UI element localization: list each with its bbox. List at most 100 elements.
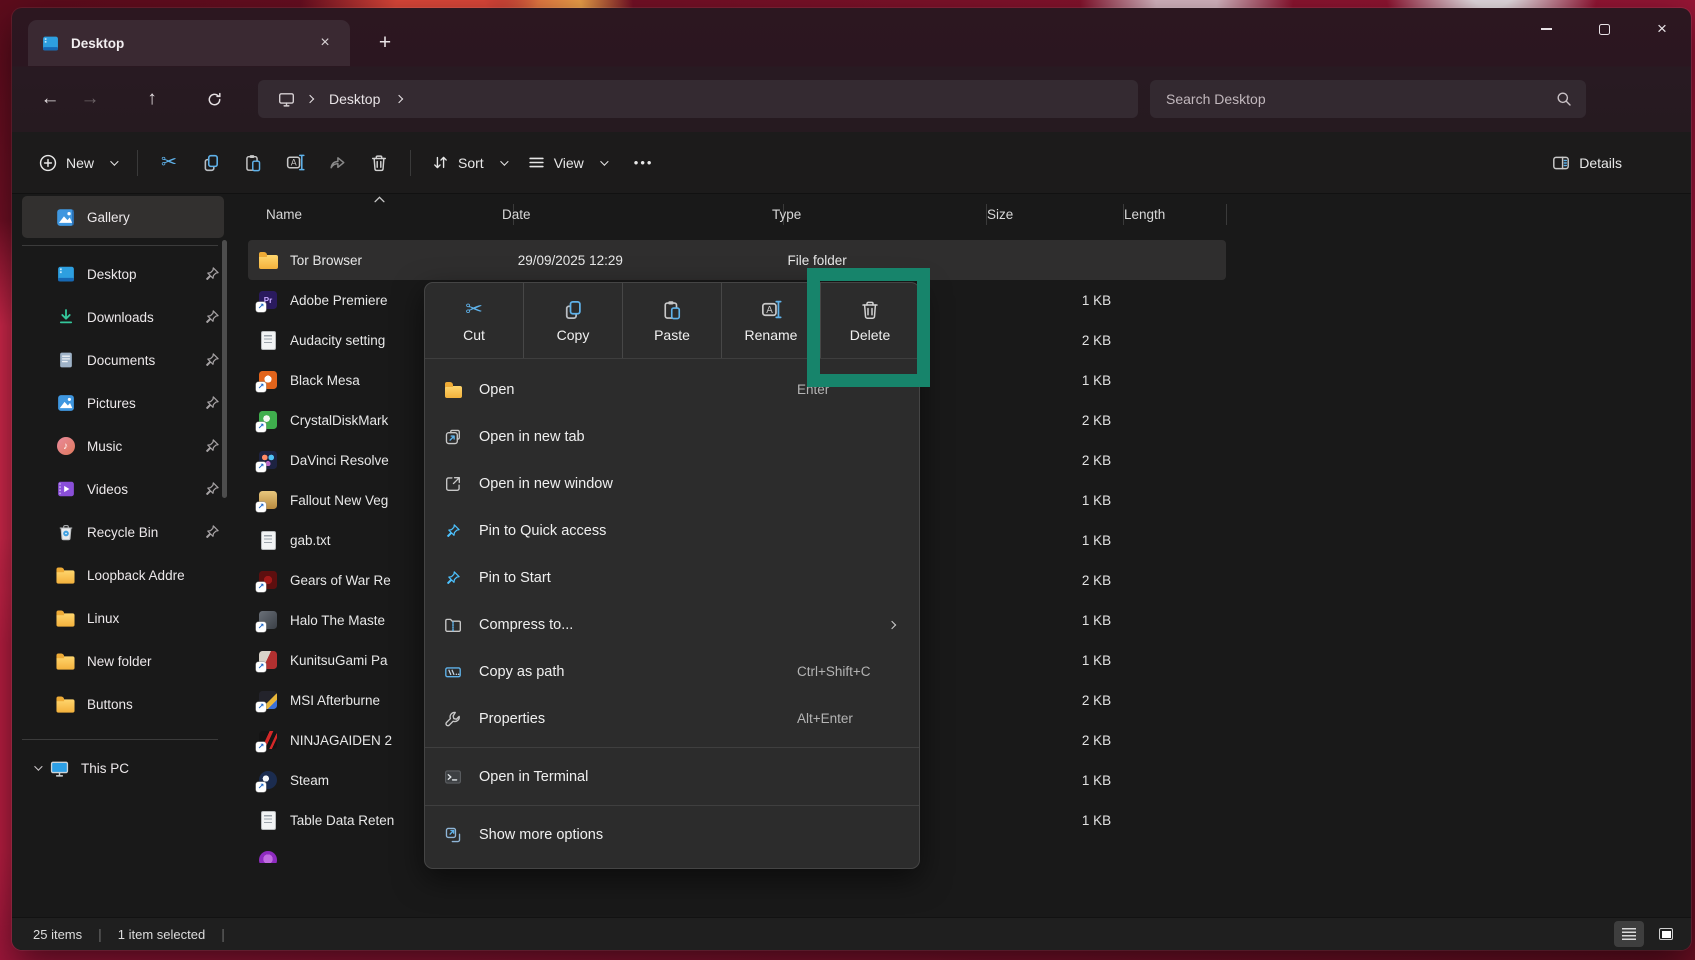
search-input[interactable] (1164, 90, 1556, 108)
menu-item-show-more-options[interactable]: Show more options (425, 811, 919, 858)
search-icon (1556, 91, 1572, 107)
rename-button[interactable]: A (274, 143, 316, 183)
recycle-bin-icon (56, 523, 75, 542)
sidebar-item-pictures[interactable]: Pictures (22, 382, 224, 424)
refresh-button[interactable] (194, 81, 234, 117)
pin-icon (204, 395, 220, 411)
details-view-button[interactable] (1614, 921, 1644, 947)
shortcut-arrow-icon: ↗ (256, 582, 266, 592)
cut-icon: ✂ (465, 299, 483, 321)
sidebar-item-this-pc[interactable]: This PC (22, 747, 224, 789)
context-button-label: Copy (557, 327, 590, 343)
menu-item-label: Copy as path (479, 664, 564, 680)
minimize-button[interactable] (1517, 8, 1575, 50)
sort-label: Sort (458, 155, 484, 171)
view-button[interactable]: View (517, 143, 617, 183)
back-button[interactable]: ← (30, 81, 70, 117)
pin-icon (443, 568, 463, 588)
file-size: 1 KB (986, 813, 1123, 828)
chevron-down-icon (34, 762, 42, 770)
chevron-down-icon (600, 157, 608, 165)
breadcrumb[interactable]: Desktop (258, 80, 1138, 118)
copy-button[interactable] (190, 143, 232, 183)
see-more-button[interactable]: ••• (623, 143, 665, 183)
titlebar: Desktop × + × (12, 8, 1691, 66)
sidebar-item-loopback-addre[interactable]: Loopback Addre (22, 554, 224, 596)
menu-item-copy-as-path[interactable]: Copy as pathCtrl+Shift+C (425, 648, 919, 695)
music-icon: ♪ (56, 437, 75, 456)
close-button[interactable]: × (1633, 8, 1691, 50)
tab-desktop[interactable]: Desktop × (28, 20, 350, 66)
desktop-folder-icon (42, 35, 59, 52)
sidebar-item-desktop[interactable]: Desktop (22, 253, 224, 295)
sidebar-item-linux[interactable]: Linux (22, 597, 224, 639)
breadcrumb-item-desktop[interactable]: Desktop (319, 91, 390, 107)
maximize-button[interactable] (1575, 8, 1633, 50)
item-count: 25 items (33, 927, 82, 942)
sidebar-item-recycle-bin[interactable]: Recycle Bin (22, 511, 224, 553)
column-header-name[interactable]: Name (266, 207, 302, 222)
context-rename-button[interactable]: ARename (721, 283, 820, 358)
menu-item-open-in-new-tab[interactable]: Open in new tab (425, 413, 919, 460)
text-doc-icon (258, 330, 278, 350)
pin-icon (204, 266, 220, 282)
terminal-icon (443, 767, 463, 787)
sidebar-item-videos[interactable]: Videos (22, 468, 224, 510)
column-header-type[interactable]: Type (772, 207, 801, 222)
sidebar-item-downloads[interactable]: Downloads (22, 296, 224, 338)
new-tab-button[interactable]: + (368, 26, 402, 60)
file-explorer-window: Desktop × + × ← → ↑ (12, 8, 1691, 950)
premiere-icon: Pr↗ (258, 290, 278, 310)
menu-item-properties[interactable]: PropertiesAlt+Enter (425, 695, 919, 742)
sidebar-item-label: Pictures (87, 396, 204, 411)
sidebar-item-gallery[interactable]: Gallery (22, 196, 224, 238)
shortcut-arrow-icon: ↗ (256, 622, 266, 632)
thumbnail-view-button[interactable] (1651, 921, 1681, 947)
sort-ascending-icon (374, 196, 385, 203)
up-button[interactable]: ↑ (132, 81, 172, 117)
new-button[interactable]: New (28, 143, 127, 183)
delete-button[interactable] (358, 143, 400, 183)
sidebar-item-buttons[interactable]: Buttons (22, 683, 224, 725)
sidebar-scrollbar[interactable] (222, 240, 227, 498)
cut-button[interactable]: ✂ (148, 143, 190, 183)
tab-title: Desktop (71, 36, 312, 51)
details-pane-button[interactable]: Details (1541, 143, 1633, 183)
details-view-icon (1622, 928, 1636, 940)
context-paste-button[interactable]: Paste (622, 283, 721, 358)
gallery-icon (56, 208, 75, 227)
context-cut-button[interactable]: ✂Cut (425, 283, 523, 358)
tab-close-icon[interactable]: × (312, 30, 338, 56)
menu-item-label: Properties (479, 711, 545, 727)
forward-button[interactable]: → (70, 81, 110, 117)
desktop-icon (56, 265, 75, 284)
sidebar-item-new-folder[interactable]: New folder (22, 640, 224, 682)
sort-button[interactable]: Sort (421, 143, 517, 183)
menu-item-label: Open in new tab (479, 429, 585, 445)
menu-item-compress-to-[interactable]: Compress to... (425, 601, 919, 648)
file-row-tor-browser[interactable]: Tor Browser29/09/2025 12:29File folder (248, 240, 1226, 280)
menu-item-pin-to-start[interactable]: Pin to Start (425, 554, 919, 601)
column-divider[interactable] (1226, 204, 1227, 225)
menu-item-open-in-terminal[interactable]: Open in Terminal (425, 753, 919, 800)
column-header-length[interactable]: Length (1124, 207, 1165, 222)
column-headers: Name Date Type Size Length (236, 195, 1691, 233)
share-button[interactable] (316, 143, 358, 183)
column-header-size[interactable]: Size (987, 207, 1013, 222)
sidebar-item-music[interactable]: ♪Music (22, 425, 224, 467)
pin-icon (204, 309, 220, 325)
context-copy-button[interactable]: Copy (523, 283, 622, 358)
file-type: File folder (783, 253, 986, 268)
pin-icon (204, 352, 220, 368)
chevron-right-icon (306, 95, 314, 103)
sidebar-item-documents[interactable]: Documents (22, 339, 224, 381)
trash-icon (370, 154, 388, 172)
menu-item-open-in-new-window[interactable]: Open in new window (425, 460, 919, 507)
chevron-down-icon (500, 157, 508, 165)
column-header-date[interactable]: Date (502, 207, 531, 222)
rename-icon: A (761, 299, 782, 321)
menu-item-pin-to-quick-access[interactable]: Pin to Quick access (425, 507, 919, 554)
more-icon: ••• (634, 155, 654, 170)
paste-button[interactable] (232, 143, 274, 183)
file-size: 2 KB (986, 333, 1123, 348)
